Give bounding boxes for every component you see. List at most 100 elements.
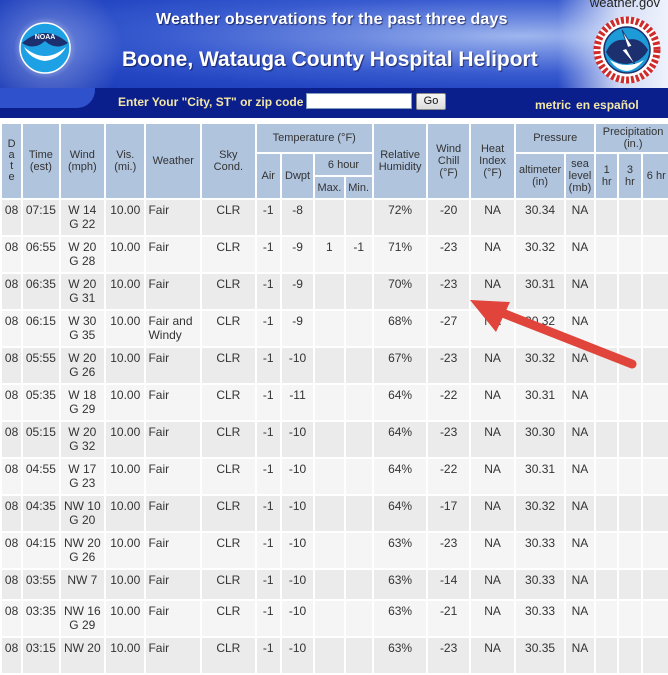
cell-wind: W 20 G 28 [60, 237, 105, 272]
cell-weather: Fair [146, 638, 201, 673]
cell-time: 05:55 [23, 348, 59, 383]
cell-sky: CLR [202, 459, 255, 494]
cell-wind-chill: -20 [428, 200, 469, 235]
cell-six-hour-min [345, 496, 372, 531]
wind-speed: W 30 [68, 314, 97, 328]
station-title: Boone, Watauga County Hospital Heliport [122, 48, 538, 71]
table-row: 08 05:55 W 20 G 26 10.00 Fair CLR -1 -10 67% -23 NA… [2, 348, 668, 383]
cell-air: -1 [256, 422, 280, 457]
cell-heat-index: NA [470, 422, 515, 457]
cell-six-hour-min [345, 200, 372, 235]
wind-gust: G 28 [69, 254, 96, 268]
cell-precip-1hr [596, 570, 618, 599]
cell-six-hour-max [315, 200, 344, 235]
cell-precip-3hr [619, 200, 641, 235]
cell-sea-level: NA [565, 533, 595, 568]
wind-gust: G 35 [69, 328, 96, 342]
cell-relative-humidity: 70% [373, 274, 427, 309]
wind-gust: G 32 [69, 439, 96, 453]
cell-six-hour-min [345, 385, 372, 420]
cell-six-hour-max [315, 422, 344, 457]
cell-precip-6hr [642, 274, 668, 309]
wind-speed: W 20 [68, 425, 97, 439]
wind-speed: W 20 [68, 277, 97, 291]
cell-heat-index: NA [470, 638, 515, 673]
cell-weather: Fair [146, 496, 201, 531]
cell-altimeter: 30.32 [516, 496, 564, 531]
cell-precip-6hr [642, 385, 668, 420]
cell-precip-6hr [642, 638, 668, 673]
cell-air: -1 [256, 533, 280, 568]
wind-gust: G 31 [69, 291, 96, 305]
cell-precip-1hr [596, 348, 618, 383]
observations-table: Date Time (est) Wind (mph) Vis. (mi.) Weath… [0, 122, 668, 675]
cell-weather: Fair [146, 200, 201, 235]
cell-altimeter: 30.33 [516, 601, 564, 636]
cell-six-hour-max [315, 348, 344, 383]
cell-time: 06:55 [23, 237, 59, 272]
cell-time: 07:15 [23, 200, 59, 235]
cell-six-hour-min [345, 348, 372, 383]
cell-time: 04:35 [23, 496, 59, 531]
wind-speed: W 20 [68, 351, 97, 365]
cell-altimeter: 30.35 [516, 638, 564, 673]
col-header-temperature: Temperature (°F) [256, 124, 372, 152]
table-row: 08 04:35 NW 10 G 20 10.00 Fair CLR -1 -10 64% -17 N… [2, 496, 668, 531]
cell-six-hour-max [315, 533, 344, 568]
cell-visibility: 10.00 [106, 385, 145, 420]
wind-speed: NW 20 [63, 536, 101, 550]
table-row: 08 06:55 W 20 G 28 10.00 Fair CLR -1 -9 1 -1 71% -23… [2, 237, 668, 272]
noaa-logo-icon[interactable]: NOAA [14, 17, 76, 79]
cell-weather: Fair [146, 533, 201, 568]
cell-time: 06:35 [23, 274, 59, 309]
cell-wind-chill: -22 [428, 385, 469, 420]
cell-altimeter: 30.33 [516, 570, 564, 599]
cell-wind-chill: -23 [428, 422, 469, 457]
cell-wind: W 20 G 26 [60, 348, 105, 383]
cell-relative-humidity: 64% [373, 459, 427, 494]
cell-precip-3hr [619, 496, 641, 531]
cell-altimeter: 30.31 [516, 385, 564, 420]
wind-speed: W 17 [68, 462, 97, 476]
cell-altimeter: 30.32 [516, 311, 564, 346]
cell-heat-index: NA [470, 496, 515, 531]
col-header-altimeter: altimeter (in) [516, 154, 564, 198]
cell-air: -1 [256, 385, 280, 420]
cell-dewpoint: -10 [281, 638, 314, 673]
unit-language-links: metric en español [535, 98, 639, 112]
cell-wind: W 20 G 31 [60, 274, 105, 309]
go-button[interactable]: Go [416, 93, 446, 110]
espanol-link[interactable]: en español [576, 98, 639, 112]
cell-precip-6hr [642, 422, 668, 457]
cell-precip-1hr [596, 601, 618, 636]
cell-heat-index: NA [470, 385, 515, 420]
col-header-visibility: Vis. (mi.) [106, 124, 145, 198]
cell-date: 08 [2, 422, 22, 457]
cell-six-hour-min [345, 422, 372, 457]
cell-sky: CLR [202, 274, 255, 309]
wind-speed: NW 7 [67, 573, 98, 587]
cell-six-hour-min [345, 533, 372, 568]
cell-dewpoint: -10 [281, 533, 314, 568]
cell-date: 08 [2, 570, 22, 599]
cell-six-hour-max [315, 385, 344, 420]
cell-visibility: 10.00 [106, 311, 145, 346]
cell-visibility: 10.00 [106, 638, 145, 673]
cell-dewpoint: -11 [281, 385, 314, 420]
metric-link[interactable]: metric [535, 98, 571, 112]
cell-wind-chill: -23 [428, 638, 469, 673]
cell-air: -1 [256, 570, 280, 599]
col-header-time: Time (est) [23, 124, 59, 198]
cell-precip-1hr [596, 237, 618, 272]
cell-sea-level: NA [565, 496, 595, 531]
cell-relative-humidity: 71% [373, 237, 427, 272]
cell-wind-chill: -17 [428, 496, 469, 531]
col-header-date: Date [2, 124, 22, 198]
cell-sky: CLR [202, 422, 255, 457]
location-search-input[interactable] [306, 93, 412, 109]
weather-gov-link[interactable]: weather.gov [590, 0, 660, 10]
cell-sea-level: NA [565, 422, 595, 457]
cell-wind: NW 20 [60, 638, 105, 673]
nws-logo-icon[interactable] [592, 16, 662, 84]
cell-air: -1 [256, 237, 280, 272]
